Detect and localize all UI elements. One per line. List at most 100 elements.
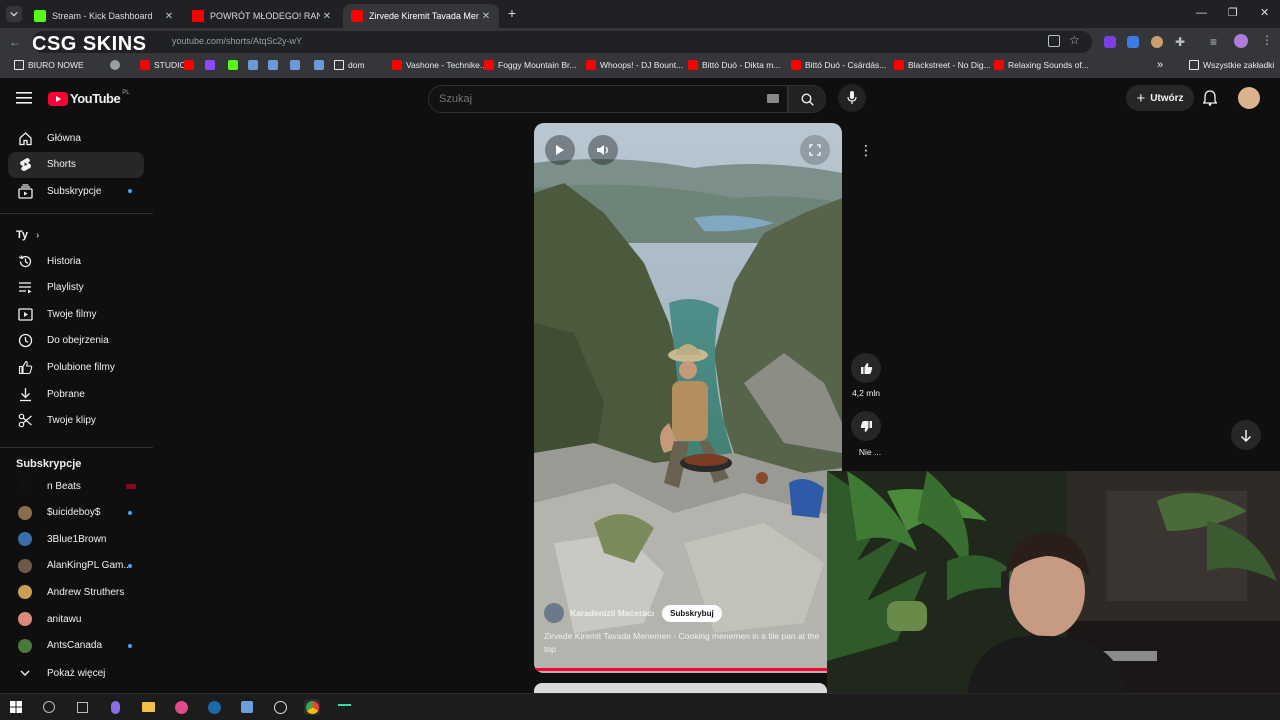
taskbar-app-icon[interactable]	[239, 699, 255, 715]
live-indicator-icon	[126, 483, 136, 489]
bookmark-item[interactable]: Relaxing Sounds of...	[994, 60, 1089, 70]
show-more-button[interactable]: Pokaż więcej	[8, 660, 144, 686]
browser-toolbar: ← youtube.com/shorts/AtqSc2y-wY ☆ CSG SK…	[0, 28, 1280, 56]
menu-dots-icon[interactable]: ⋮	[1261, 33, 1273, 47]
file-explorer-icon[interactable]	[140, 699, 156, 715]
taskbar-app-icon[interactable]	[173, 699, 189, 715]
create-button[interactable]: + Utwórz	[1126, 85, 1194, 111]
bookmark-item[interactable]	[110, 60, 124, 70]
close-icon[interactable]: ✕	[162, 11, 176, 22]
bookmark-item[interactable]	[268, 60, 282, 70]
bookmark-item[interactable]: STUDIO	[140, 60, 186, 70]
play-button[interactable]	[545, 135, 575, 165]
sidebar-item-twoje-filmy[interactable]: Twoje filmy	[8, 301, 144, 327]
bookmark-item[interactable]: BIURO NOWE	[14, 60, 84, 70]
volume-button[interactable]	[588, 135, 618, 165]
sidebar-item-polubione-filmy[interactable]: Polubione filmy	[8, 354, 144, 380]
channel-name[interactable]: Karadenizli Maceracı	[570, 608, 654, 618]
fullscreen-button[interactable]	[800, 135, 830, 165]
channel-avatar[interactable]	[544, 603, 564, 623]
bookmark-item[interactable]: Bittó Duó - Dikta m...	[688, 60, 780, 70]
sidebar-item-główna[interactable]: Główna	[8, 125, 144, 151]
bookmark-item[interactable]	[184, 60, 198, 70]
folder-icon	[1189, 60, 1199, 70]
sidebar-subscription-item[interactable]: n Beats	[8, 473, 144, 499]
bookmark-item[interactable]	[248, 60, 262, 70]
search-button[interactable]	[788, 85, 826, 113]
next-short-button[interactable]	[1231, 420, 1261, 450]
bookmark-item[interactable]: Whoops! - DJ Bount...	[586, 60, 683, 70]
youtube-icon	[994, 60, 1004, 70]
like-button[interactable]	[851, 353, 881, 383]
more-options-button[interactable]: ⋮	[851, 135, 881, 165]
bookmark-item[interactable]	[205, 60, 219, 70]
puzzle-icon[interactable]: ✚	[1175, 35, 1185, 49]
taskbar-app-icon[interactable]	[336, 699, 352, 715]
chrome-icon[interactable]	[304, 699, 320, 715]
bookmark-item[interactable]: Foggy Mountain Br...	[484, 60, 576, 70]
profile-avatar[interactable]	[1234, 34, 1248, 48]
next-short-preview[interactable]	[534, 683, 827, 693]
extension-icon[interactable]	[1127, 36, 1139, 48]
windows-start-icon[interactable]	[8, 699, 24, 715]
sidebar-item-do-obejrzenia[interactable]: Do obejrzenia	[8, 328, 144, 354]
tab-youtube-short[interactable]: Zirvede Kiremit Tavada Menem ✕	[343, 4, 499, 28]
close-icon[interactable]: ✕	[320, 11, 334, 22]
you-section-header[interactable]: Ty ›	[16, 229, 39, 241]
steam-icon[interactable]	[206, 699, 222, 715]
voice-search-button[interactable]	[838, 84, 866, 112]
restore-button[interactable]: ❐	[1228, 6, 1238, 19]
short-title[interactable]: Zirvede Kiremit Tavada Menemen - Cooking…	[544, 630, 832, 656]
bookmark-item[interactable]	[290, 60, 304, 70]
search-input[interactable]	[429, 86, 729, 112]
url-bar[interactable]: youtube.com/shorts/AtqSc2y-wY ☆	[32, 31, 1092, 53]
sidebar-item-twoje-klipy[interactable]: Twoje klipy	[8, 408, 144, 434]
taskbar-app-icon[interactable]	[41, 699, 57, 715]
tab-search-button[interactable]	[6, 6, 22, 22]
extension-icon[interactable]	[1104, 36, 1116, 48]
bookmark-item[interactable]	[314, 60, 328, 70]
sidebar-subscription-item[interactable]: 3Blue1Brown	[8, 526, 144, 552]
youtube-logo[interactable]: YouTube PL	[48, 90, 130, 106]
subscribe-button[interactable]: Subskrybuj	[662, 604, 722, 622]
install-app-icon[interactable]	[1048, 35, 1060, 47]
bookmark-item[interactable]: dom	[334, 60, 365, 70]
sidebar-item-shorts[interactable]: Shorts	[8, 151, 144, 178]
taskbar-app-icon[interactable]	[272, 699, 288, 715]
tab-kick-dashboard[interactable]: Stream - Kick Dashboard ✕	[26, 4, 182, 28]
sidebar-item-subskrypcje[interactable]: Subskrypcje	[8, 178, 144, 204]
minimize-button[interactable]: —	[1196, 7, 1207, 19]
bookmark-item[interactable]: Bittó Duó - Csárdás...	[791, 60, 886, 70]
notifications-button[interactable]	[1202, 90, 1218, 111]
extension-icon[interactable]	[1151, 36, 1163, 48]
dislike-button[interactable]	[851, 411, 881, 441]
close-window-button[interactable]: ✕	[1260, 6, 1269, 19]
reading-list-icon[interactable]: ≡	[1210, 35, 1217, 49]
more-bookmarks-button[interactable]: »	[1157, 59, 1163, 71]
sidebar-subscription-item[interactable]: $uicideboy$	[8, 500, 144, 526]
star-icon[interactable]: ☆	[1069, 33, 1080, 47]
sidebar-subscription-item[interactable]: anitawu	[8, 606, 144, 632]
sidebar-subscription-item[interactable]: AlanKingPL Gam...	[8, 553, 144, 579]
bookmark-item[interactable]: Blackstreet - No Dig...	[894, 60, 991, 70]
bookmark-item[interactable]	[228, 60, 242, 70]
taskbar-app-icon[interactable]	[107, 699, 123, 715]
sidebar-item-pobrane[interactable]: Pobrane	[8, 381, 144, 407]
all-bookmarks-folder[interactable]: Wszystkie zakładki	[1189, 60, 1274, 70]
tab-youtube-randki[interactable]: POWRÓT MŁODEGO! RANDKI I ✕	[184, 4, 340, 28]
taskbar-app-icon[interactable]	[74, 699, 90, 715]
hamburger-menu-icon[interactable]	[16, 91, 32, 110]
sidebar-item-playlisty[interactable]: Playlisty	[8, 275, 144, 301]
new-tab-button[interactable]: +	[504, 5, 520, 21]
youtube-icon	[184, 60, 194, 70]
account-avatar[interactable]	[1238, 87, 1260, 109]
short-video-player[interactable]: Karadenizli Maceracı Subskrybuj Zirvede …	[534, 123, 842, 673]
sidebar-subscription-item[interactable]: Andrew Struthers	[8, 579, 144, 605]
progress-track[interactable]	[534, 668, 842, 671]
bookmark-item[interactable]: Vashone - Technike...	[392, 60, 487, 70]
keyboard-icon[interactable]	[767, 94, 779, 103]
back-arrow-icon[interactable]: ←	[9, 35, 21, 49]
close-icon[interactable]: ✕	[479, 11, 493, 22]
sidebar-subscription-item[interactable]: AntsCanada	[8, 633, 144, 659]
sidebar-item-historia[interactable]: Historia	[8, 248, 144, 274]
